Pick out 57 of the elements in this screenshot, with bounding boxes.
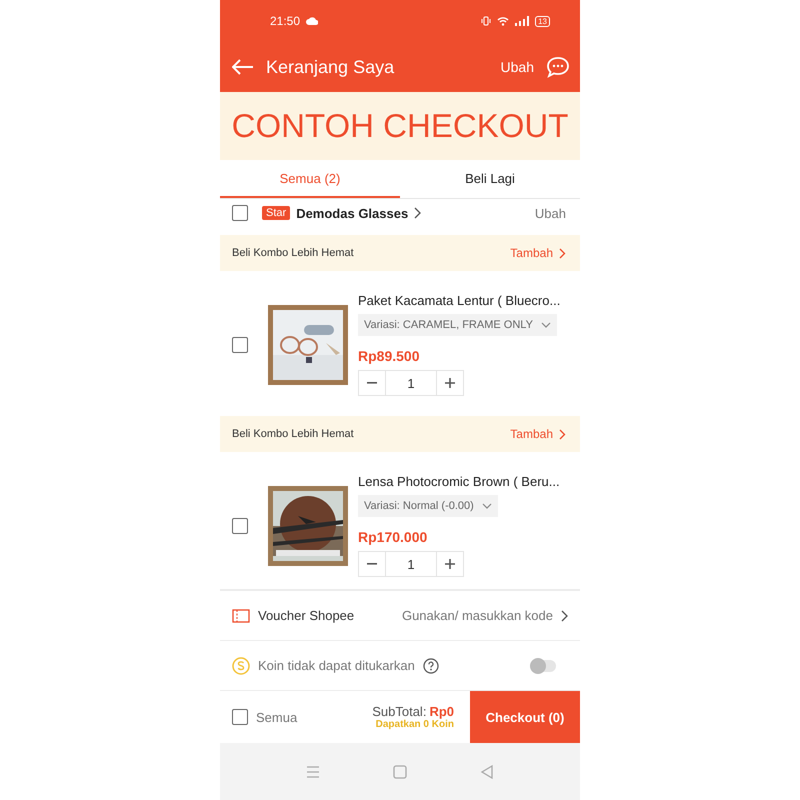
coins-label: Koin tidak dapat ditukarkan [258, 658, 415, 673]
product-name: Paket Kacamata Lentur ( Bluecro... [358, 293, 560, 308]
status-time: 21:50 [270, 14, 300, 28]
promo-label: Beli Kombo Lebih Hemat [232, 247, 354, 259]
promo-label: Beli Kombo Lebih Hemat [232, 428, 354, 440]
cloud-icon [306, 17, 318, 25]
coins-toggle[interactable] [530, 660, 556, 672]
help-icon [422, 658, 439, 674]
back-button[interactable] [232, 59, 254, 75]
checkout-button[interactable]: Checkout (0) [470, 691, 580, 743]
subtotal-label: SubTotal: [372, 704, 426, 719]
square-icon [392, 764, 407, 778]
wifi-icon [497, 16, 510, 26]
vibrate-icon [481, 16, 492, 26]
chevron-right-icon [559, 428, 566, 440]
product-name: Lensa Photocromic Brown ( Beru... [358, 474, 560, 489]
back-arrow-icon [232, 59, 254, 75]
shop-name-link[interactable]: Demodas Glasses [296, 206, 408, 220]
edit-button[interactable]: Ubah [500, 59, 534, 75]
minus-icon [367, 563, 377, 565]
subtotal-value: Rp0 [429, 704, 454, 719]
voucher-code-link[interactable]: Gunakan/ masukkan kode [402, 608, 553, 623]
voucher-label: Voucher Shopee [258, 608, 354, 623]
chevron-right-icon [561, 610, 568, 622]
add-link[interactable]: Tambah [510, 427, 553, 441]
checkbox[interactable] [232, 518, 248, 534]
chevron-down-icon [482, 503, 492, 509]
triangle-icon [480, 764, 494, 778]
chat-icon [546, 56, 570, 78]
checkbox[interactable] [232, 336, 248, 352]
plus-icon [445, 559, 455, 569]
battery-indicator: 13 [535, 16, 550, 26]
checkbox[interactable] [232, 205, 248, 221]
signal-icon [515, 16, 530, 26]
chat-button[interactable] [546, 56, 570, 78]
checkbox[interactable] [232, 709, 248, 725]
tab[interactable]: Semua (2) [220, 160, 400, 198]
chevron-down-icon [540, 322, 551, 328]
plus-icon [445, 378, 455, 388]
star-badge: Star [262, 206, 290, 220]
select-all-label: Semua [256, 710, 298, 724]
add-link[interactable]: Tambah [510, 246, 553, 260]
product-price: Rp89.500 [358, 348, 420, 364]
edit-button[interactable]: Ubah [534, 206, 566, 220]
chevron-right-icon [414, 207, 422, 219]
product-price: Rp170.000 [358, 529, 428, 545]
tab[interactable]: Beli Lagi [400, 160, 580, 198]
variant-dropdown[interactable]: Variasi: CARAMEL, FRAME ONLY [358, 314, 557, 336]
minus-icon [367, 382, 377, 384]
sample-banner: CONTOH CHECKOUT [220, 92, 580, 160]
voucher-icon [232, 608, 250, 622]
page-title: Keranjang Saya [266, 56, 394, 78]
chevron-right-icon [559, 248, 566, 258]
coin-icon [232, 656, 250, 674]
menu-icon [306, 766, 320, 778]
variant-dropdown[interactable]: Variasi: Normal (-0.00) [358, 495, 498, 517]
coins-note: Dapatkan 0 Koin [376, 719, 454, 730]
